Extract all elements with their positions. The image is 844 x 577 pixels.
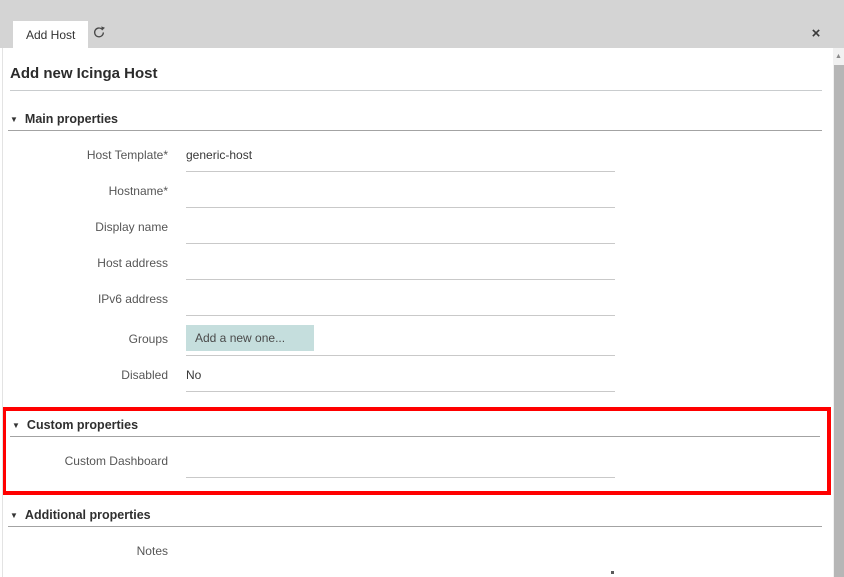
hostname-input[interactable] — [186, 194, 615, 208]
notes-label: Notes — [8, 544, 168, 568]
refresh-icon — [92, 25, 106, 44]
main-properties-rows: Host Template* generic-host Hostname* Di… — [8, 136, 822, 392]
custom-dashboard-input[interactable] — [186, 464, 615, 478]
ipv6-address-label: IPv6 address — [8, 292, 168, 316]
content-pane: Add new Icinga Host ▼ Main properties Ho… — [0, 48, 833, 577]
app-window: Add Host × Add new Icinga Host ▼ Main pr… — [0, 0, 844, 577]
custom-properties-rows: Custom Dashboard — [10, 442, 820, 478]
form-row-disabled: Disabled No — [8, 356, 822, 392]
tab-bar: Add Host × — [0, 0, 844, 48]
section-main-properties-header[interactable]: ▼ Main properties — [8, 112, 822, 131]
title-divider — [10, 90, 822, 91]
section-custom-properties: ▼ Custom properties Custom Dashboard — [10, 418, 820, 478]
groups-field: Add a new one... — [186, 325, 615, 356]
scrollbar[interactable]: ▲ — [833, 48, 844, 577]
host-address-input[interactable] — [186, 266, 615, 280]
disabled-label: Disabled — [8, 368, 168, 392]
tab-add-host-label: Add Host — [26, 28, 75, 42]
form-row-host-template: Host Template* generic-host — [8, 136, 822, 172]
ipv6-address-input[interactable] — [186, 302, 615, 316]
notes-textarea-edge — [611, 571, 614, 574]
scrollbar-thumb[interactable] — [834, 65, 844, 577]
section-main-properties: ▼ Main properties Host Template* generic… — [8, 112, 822, 392]
groups-add-input[interactable]: Add a new one... — [186, 325, 314, 351]
form-row-groups: Groups Add a new one... — [8, 316, 822, 356]
display-name-label: Display name — [8, 220, 168, 244]
host-address-label: Host address — [8, 256, 168, 280]
form-row-hostname: Hostname* — [8, 172, 822, 208]
form-row-notes: Notes — [8, 532, 822, 568]
form-row-host-address: Host address — [8, 244, 822, 280]
section-additional-properties: ▼ Additional properties Notes — [8, 508, 822, 568]
form-row-ipv6-address: IPv6 address — [8, 280, 822, 316]
form-row-display-name: Display name — [8, 208, 822, 244]
scroll-up-button[interactable]: ▲ — [833, 48, 844, 65]
chevron-down-icon: ▼ — [10, 511, 18, 520]
custom-dashboard-label: Custom Dashboard — [10, 454, 168, 478]
host-template-label: Host Template* — [8, 148, 168, 172]
section-custom-properties-title: Custom properties — [27, 418, 138, 432]
groups-label: Groups — [8, 332, 168, 356]
display-name-input[interactable] — [186, 230, 615, 244]
chevron-down-icon: ▼ — [12, 421, 20, 430]
close-icon: × — [812, 25, 821, 42]
host-template-input[interactable]: generic-host — [186, 148, 615, 172]
close-button[interactable]: × — [805, 20, 827, 47]
form-row-custom-dashboard: Custom Dashboard — [10, 442, 820, 478]
scroll-up-icon: ▲ — [835, 53, 842, 60]
additional-properties-rows: Notes — [8, 532, 822, 568]
highlight-annotation-box: ▼ Custom properties Custom Dashboard — [2, 407, 831, 495]
pane-divider — [2, 48, 3, 577]
refresh-button[interactable] — [86, 21, 112, 48]
chevron-down-icon: ▼ — [10, 115, 18, 124]
section-additional-properties-header[interactable]: ▼ Additional properties — [8, 508, 822, 527]
page-title: Add new Icinga Host — [10, 65, 822, 82]
notes-input[interactable] — [186, 554, 615, 568]
disabled-select[interactable]: No — [186, 368, 615, 392]
section-additional-properties-title: Additional properties — [25, 508, 151, 522]
hostname-label: Hostname* — [8, 184, 168, 208]
section-custom-properties-header[interactable]: ▼ Custom properties — [10, 418, 820, 437]
tab-add-host[interactable]: Add Host — [13, 21, 88, 48]
section-main-properties-title: Main properties — [25, 112, 118, 126]
